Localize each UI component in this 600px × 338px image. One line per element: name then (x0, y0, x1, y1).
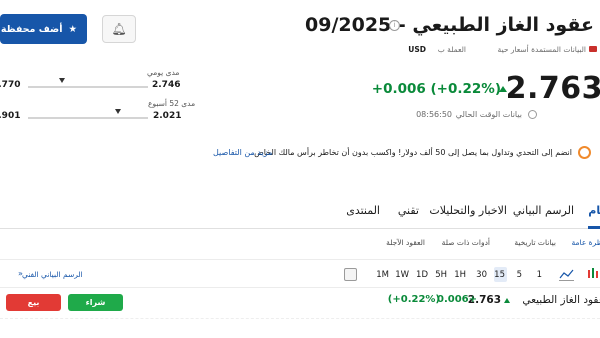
daily-range-bar (28, 86, 148, 88)
add-to-watchlist-button[interactable]: أضف محفظة ★ (0, 14, 87, 44)
week52-range-marker (115, 109, 121, 114)
timeframe-1[interactable]: 1 (537, 270, 542, 280)
timeframe-30[interactable]: 30 (476, 270, 487, 280)
tabs-divider (0, 228, 600, 229)
buy-button[interactable]: شراء (68, 294, 123, 311)
timeframe-5[interactable]: 5 (517, 270, 522, 280)
challenge-icon (578, 146, 591, 159)
mini-change-abs: 0.006+ (436, 294, 477, 305)
daily-range-low: 2.746 (152, 80, 181, 90)
week52-range-bar (28, 117, 148, 119)
mini-up-arrow-icon (504, 298, 510, 303)
technical-chart-link[interactable]: الرسم البياني الفني (22, 270, 83, 279)
currency-value: USD (408, 45, 426, 54)
page-title: عقود الغاز الطبيعي - 09/2025 (305, 14, 594, 36)
watchlist-button-label: أضف محفظة (0, 23, 63, 35)
promo-details-link[interactable]: مزيد من التفاصيل (213, 148, 272, 157)
area-chart-icon[interactable] (559, 268, 574, 281)
promo-text: انضم إلى التحدي وتداول بما يصل إلى 50 أل… (254, 148, 572, 157)
timeframe-5h[interactable]: 5H (435, 270, 447, 280)
flag-icon (589, 46, 597, 52)
daily-range-label: مدى يومي (147, 68, 180, 77)
price-change: +0.006 (+0.22%) (371, 81, 501, 97)
timeframe-1w[interactable]: 1W (395, 270, 409, 280)
candlestick-icon[interactable] (586, 268, 600, 281)
quote-time-label: بيانات الوقت الحالي (455, 110, 522, 119)
bell-plus-icon: 🔔︎ (111, 22, 127, 36)
active-tab-indicator (588, 226, 600, 229)
toolbar-divider (0, 287, 600, 288)
week52-range-high: 4.901 (0, 111, 21, 121)
subtab-related-instruments[interactable]: أدوات ذات صلة (442, 238, 490, 247)
daily-range-marker (59, 78, 65, 83)
quote-time: 08:56:50 (416, 110, 452, 119)
clock-icon (528, 110, 537, 119)
week52-range-label: مدى 52 أسبوع (148, 99, 196, 108)
subtab-futures[interactable]: العقود الآجلة (386, 238, 425, 247)
star-icon: ★ (68, 23, 77, 35)
tab-news-analysis[interactable]: الاخبار والتحليلات (429, 204, 507, 217)
timeframe-1d[interactable]: 1D (416, 270, 428, 280)
subtab-overview[interactable]: نظرة عامة (572, 238, 600, 247)
currency-label: العملة ب (437, 45, 466, 54)
last-price: 2.763 (505, 71, 600, 106)
info-icon[interactable]: i (389, 20, 400, 31)
daily-range-high: 2.770 (0, 80, 21, 90)
timeframe-1m[interactable]: 1M (376, 270, 389, 280)
calendar-icon[interactable] (344, 268, 357, 281)
data-source-label: البيانات المستمدة أسعار حية (497, 45, 586, 54)
subtabs-divider (0, 259, 600, 260)
timeframe-1h[interactable]: 1H (454, 270, 466, 280)
sell-button[interactable]: بيع (6, 294, 61, 311)
tab-chart[interactable]: الرسم البياني (513, 204, 574, 217)
subtab-historical-data[interactable]: بيانات تاريخية (514, 238, 556, 247)
chart-canvas[interactable] (0, 318, 600, 338)
tab-forum[interactable]: المنتدى (346, 204, 380, 217)
tab-technical[interactable]: تقني (398, 204, 419, 217)
timeframe-15[interactable]: 15 (494, 270, 505, 280)
mini-instrument-name: عقود الغاز الطبيعي (522, 294, 600, 306)
week52-range-low: 2.021 (153, 111, 182, 121)
mini-change-pct: (+0.22%) (387, 294, 440, 305)
create-alert-button[interactable]: 🔔︎ (102, 15, 136, 43)
tab-general[interactable]: عام (588, 204, 600, 217)
